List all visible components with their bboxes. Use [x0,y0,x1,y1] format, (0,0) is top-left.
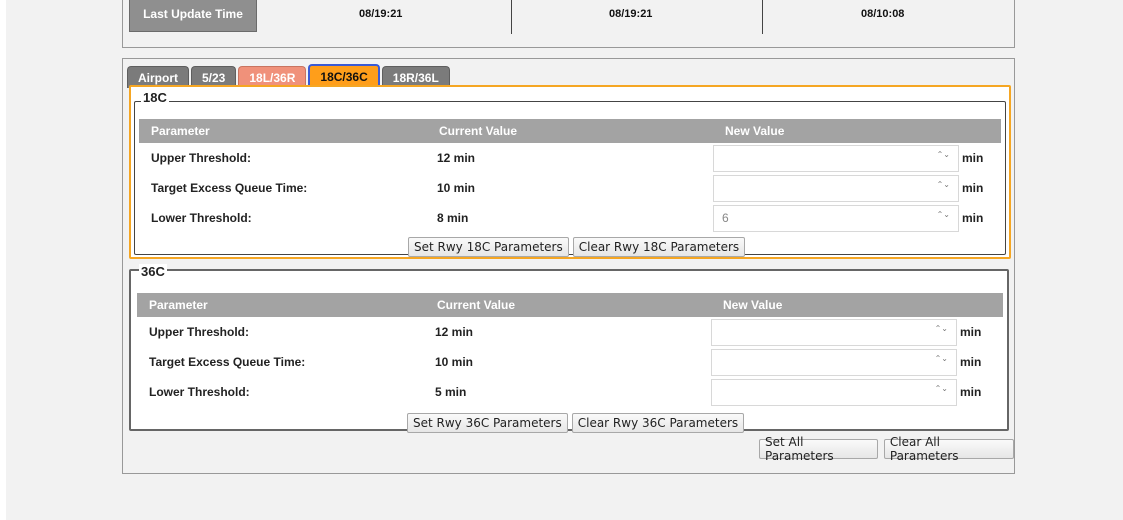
runway-36c-actions: Set Rwy 36C Parameters Clear Rwy 36C Par… [407,413,745,433]
spinner-icon[interactable]: ⌃⌄ [937,180,950,189]
input-value: 6 [722,211,729,225]
column-header-new: New Value [713,119,1001,143]
column-header-parameter: Parameter [137,293,425,317]
parameter-name: Target Excess Queue Time: [149,355,306,369]
unit-label: min [960,355,982,369]
target-excess-queue-input[interactable]: ⌃⌄ [711,348,957,376]
column-header-parameter: Parameter [139,119,427,143]
upper-threshold-input[interactable]: ⌃⌄ [713,144,959,172]
unit-label: min [962,151,984,165]
clear-rwy-18c-button[interactable]: Clear Rwy 18C Parameters [572,237,746,257]
current-value: 12 min [437,151,476,165]
parameter-name: Target Excess Queue Time: [151,181,308,195]
global-actions: Set All Parameters Clear All Parameters [759,435,1014,463]
runway-18c-title: 18C [141,90,169,105]
parameter-name: Lower Threshold: [151,211,252,225]
update-time-2: 08/19:21 [609,8,653,20]
unit-label: min [962,181,984,195]
current-value: 5 min [435,385,467,399]
unit-label: min [960,325,982,339]
table-header-row: Parameter Current Value New Value [139,119,1001,143]
runway-36c-table: Parameter Current Value New Value Upper … [137,293,1003,407]
unit-label: min [960,385,982,399]
spinner-icon[interactable]: ⌃⌄ [935,354,948,363]
table-row: Target Excess Queue Time: 10 min ⌃⌄ min [137,347,1003,377]
clear-rwy-36c-button[interactable]: Clear Rwy 36C Parameters [571,413,745,433]
runway-36c-section: 36C Parameter Current Value New Value Up… [129,264,1009,433]
parameter-name: Lower Threshold: [149,385,250,399]
spinner-icon[interactable]: ⌃⌄ [937,210,950,219]
clear-all-parameters-button[interactable]: Clear All Parameters [883,435,1014,463]
table-row: Upper Threshold: 12 min ⌃⌄ min [139,143,1001,173]
table-row: Target Excess Queue Time: 10 min ⌃⌄ min [139,173,1001,203]
column-header-current: Current Value [425,293,711,317]
set-all-parameters-button[interactable]: Set All Parameters [759,435,878,463]
spinner-icon[interactable]: ⌃⌄ [937,150,950,159]
column-header-current: Current Value [427,119,713,143]
set-rwy-18c-button[interactable]: Set Rwy 18C Parameters [408,237,569,257]
target-excess-queue-input[interactable]: ⌃⌄ [713,174,959,202]
runway-parameters-panel: Airport 5/23 18L/36R 18C/36C 18R/36L 18C… [122,58,1015,474]
runway-18c-section: 18C Parameter Current Value New Value Up… [129,85,1011,259]
current-value: 10 min [437,181,476,195]
update-time-3: 08/10:08 [861,8,905,20]
parameter-name: Upper Threshold: [151,151,252,165]
unit-label: min [962,211,984,225]
column-header-new: New Value [711,293,1003,317]
table-header-row: Parameter Current Value New Value [137,293,1003,317]
spinner-icon[interactable]: ⌃⌄ [935,384,948,393]
lower-threshold-input[interactable]: 6 ⌃⌄ [713,204,959,232]
current-value: 10 min [435,355,474,369]
runway-18c-actions: Set Rwy 18C Parameters Clear Rwy 18C Par… [408,237,746,257]
current-value: 12 min [435,325,474,339]
upper-threshold-input[interactable]: ⌃⌄ [711,318,957,346]
table-row: Upper Threshold: 12 min ⌃⌄ min [137,317,1003,347]
update-time-1: 08/19:21 [359,8,403,20]
runway-36c-title: 36C [139,264,167,279]
parameter-name: Upper Threshold: [149,325,250,339]
lower-threshold-input[interactable]: ⌃⌄ [711,378,957,406]
spinner-icon[interactable]: ⌃⌄ [935,324,948,333]
table-row: Lower Threshold: 8 min 6 ⌃⌄ min [139,203,1001,233]
table-row: Lower Threshold: 5 min ⌃⌄ min [137,377,1003,407]
set-rwy-36c-button[interactable]: Set Rwy 36C Parameters [407,413,568,433]
runway-18c-table: Parameter Current Value New Value Upper … [139,119,1001,233]
last-update-label: Last Update Time [129,0,257,32]
column-divider [511,0,512,34]
current-value: 8 min [437,211,469,225]
column-divider [762,0,763,34]
update-status-panel: Last Update Time 08/19:21 08/19:21 08/10… [122,0,1015,48]
